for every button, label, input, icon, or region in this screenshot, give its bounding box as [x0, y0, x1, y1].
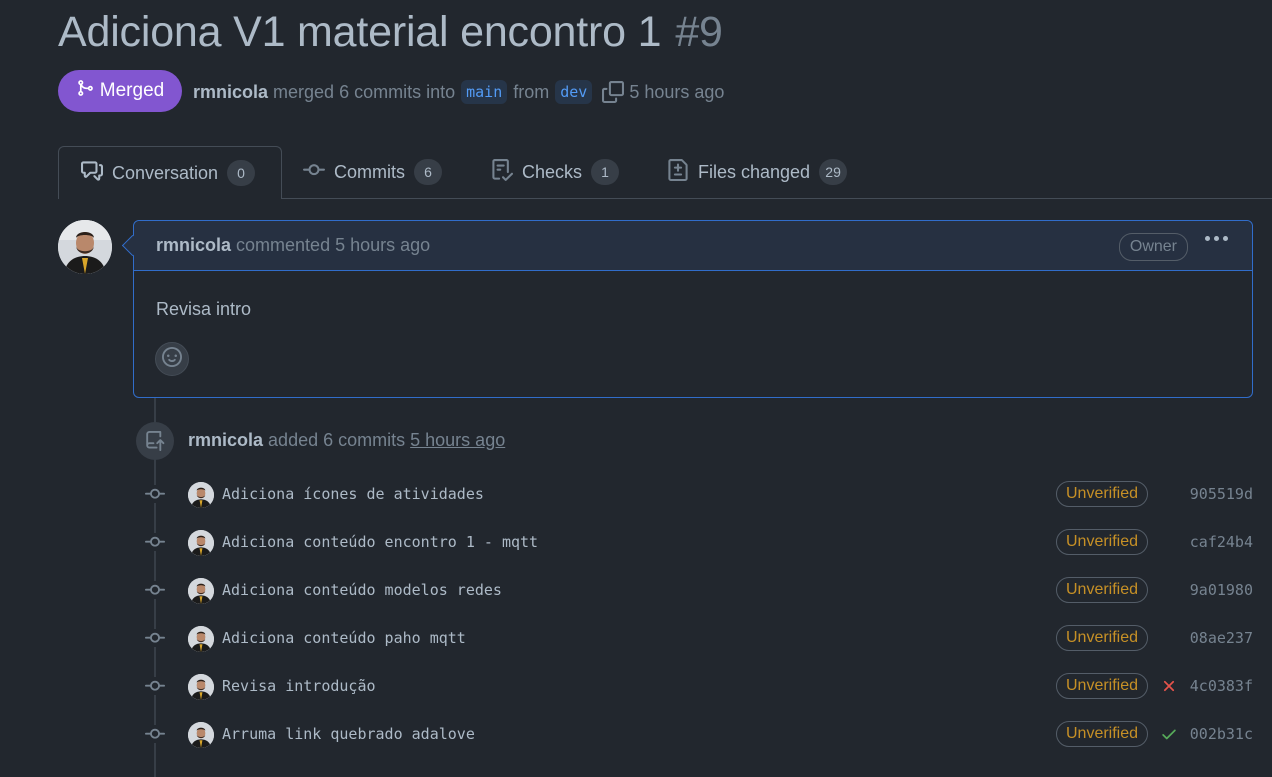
commit-author-avatar[interactable] — [188, 530, 214, 556]
tab-commits-label: Commits — [334, 161, 405, 182]
tab-checks[interactable]: Checks 1 — [491, 146, 620, 198]
merge-time[interactable]: 5 hours ago — [629, 82, 724, 103]
tab-checks-count: 1 — [591, 159, 620, 185]
git-commit-icon — [145, 677, 165, 695]
tab-conversation-label: Conversation — [112, 162, 219, 183]
event-author[interactable]: rmnicola — [188, 430, 263, 450]
unverified-badge[interactable]: Unverified — [1056, 481, 1148, 507]
commit-sha[interactable]: 4c0383f — [1190, 677, 1253, 695]
kebab-horizontal-icon[interactable] — [1205, 236, 1228, 241]
comment-author[interactable]: rmnicola — [156, 235, 231, 256]
x-icon[interactable] — [1160, 677, 1178, 695]
commit-message[interactable]: Adiciona ícones de atividades — [222, 485, 484, 503]
author-link[interactable]: rmnicola — [193, 82, 268, 103]
commit-sha[interactable]: 08ae237 — [1190, 629, 1253, 647]
tab-conversation[interactable]: Conversation 0 — [58, 146, 282, 199]
tab-commits[interactable]: Commits 6 — [303, 146, 442, 198]
merged-badge-label: Merged — [99, 80, 165, 101]
git-commit-icon — [145, 629, 165, 647]
pr-title-line: Adiciona V1 material encontro 1 #9 — [58, 8, 723, 57]
pr-title: Adiciona V1 material encontro 1 — [58, 8, 662, 56]
commit-message[interactable]: Adiciona conteúdo encontro 1 - mqtt — [222, 533, 538, 551]
repo-push-icon — [136, 422, 174, 460]
commit-row: Adiciona conteúdo encontro 1 - mqtt Unve… — [0, 522, 1272, 562]
unverified-badge[interactable]: Unverified — [1056, 673, 1148, 699]
tab-commits-count: 6 — [414, 159, 442, 185]
merge-summary: rmnicola merged 6 commits into main from… — [193, 78, 724, 106]
comment-card: rmnicola commented 5 hours ago Owner Rev… — [121, 220, 1253, 398]
commit-author-avatar[interactable] — [188, 578, 214, 604]
commit-author-avatar[interactable] — [188, 722, 214, 748]
commit-row: Revisa introdução Unverified 4c0383f — [0, 666, 1272, 706]
comment-author-avatar[interactable] — [58, 220, 112, 274]
tab-checks-label: Checks — [522, 161, 583, 182]
add-reaction-button[interactable] — [155, 342, 189, 376]
commit-author-avatar[interactable] — [188, 482, 214, 508]
check-icon[interactable] — [1160, 725, 1178, 743]
commit-author-avatar[interactable] — [188, 626, 214, 652]
base-branch[interactable]: main — [461, 80, 508, 104]
head-branch[interactable]: dev — [555, 80, 593, 104]
git-merge-icon — [76, 79, 94, 103]
comment-header: rmnicola commented 5 hours ago Owner — [134, 221, 1252, 271]
git-commit-icon — [145, 581, 165, 599]
merged-text: merged 6 commits into — [273, 81, 456, 102]
event-time[interactable]: 5 hours ago — [410, 430, 505, 450]
commit-sha[interactable]: 002b31c — [1190, 725, 1253, 743]
unverified-badge[interactable]: Unverified — [1056, 529, 1148, 555]
owner-badge: Owner — [1118, 233, 1188, 261]
comment-body: Revisa intro — [156, 299, 252, 319]
copy-icon[interactable] — [602, 81, 625, 103]
pr-tabs: Conversation 0 Commits 6 Checks 1 Files … — [58, 146, 1272, 199]
event-action: added 6 commits — [268, 430, 406, 450]
commit-message[interactable]: Adiciona conteúdo paho mqtt — [222, 629, 466, 647]
smiley-icon — [162, 346, 182, 372]
comment-discussion-icon — [81, 160, 103, 187]
from-text: from — [513, 81, 550, 102]
commit-row: Adiciona conteúdo modelos redes Unverifi… — [0, 570, 1272, 610]
git-commit-icon — [145, 725, 165, 743]
pr-number: #9 — [675, 8, 723, 56]
merged-badge: Merged — [58, 70, 182, 112]
file-diff-icon — [667, 158, 689, 186]
unverified-badge[interactable]: Unverified — [1056, 625, 1148, 651]
tab-files-changed[interactable]: Files changed 29 — [667, 146, 848, 198]
commit-sha[interactable]: caf24b4 — [1190, 533, 1253, 551]
tab-files-changed-count: 29 — [819, 159, 848, 185]
commit-message[interactable]: Adiciona conteúdo modelos redes — [222, 581, 502, 599]
commit-sha[interactable]: 905519d — [1190, 485, 1253, 503]
commit-message[interactable]: Arruma link quebrado adalove — [222, 725, 475, 743]
unverified-badge[interactable]: Unverified — [1056, 721, 1148, 747]
commit-author-avatar[interactable] — [188, 674, 214, 700]
commit-row: Adiciona conteúdo paho mqtt Unverified 0… — [0, 618, 1272, 658]
git-commit-icon — [303, 159, 325, 186]
tab-conversation-count: 0 — [227, 160, 256, 186]
checklist-icon — [491, 158, 514, 186]
git-commit-icon — [145, 533, 165, 551]
tab-files-changed-label: Files changed — [698, 161, 811, 182]
commit-row: Adiciona ícones de atividades Unverified… — [0, 474, 1272, 514]
commit-sha[interactable]: 9a01980 — [1190, 581, 1253, 599]
commits-added-event: rmnicola added 6 commits 5 hours ago — [188, 430, 505, 451]
commit-message[interactable]: Revisa introdução — [222, 677, 376, 695]
commit-row: Arruma link quebrado adalove Unverified … — [0, 714, 1272, 754]
unverified-badge[interactable]: Unverified — [1056, 577, 1148, 603]
comment-action: commented 5 hours ago — [236, 235, 431, 255]
git-commit-icon — [145, 485, 165, 503]
